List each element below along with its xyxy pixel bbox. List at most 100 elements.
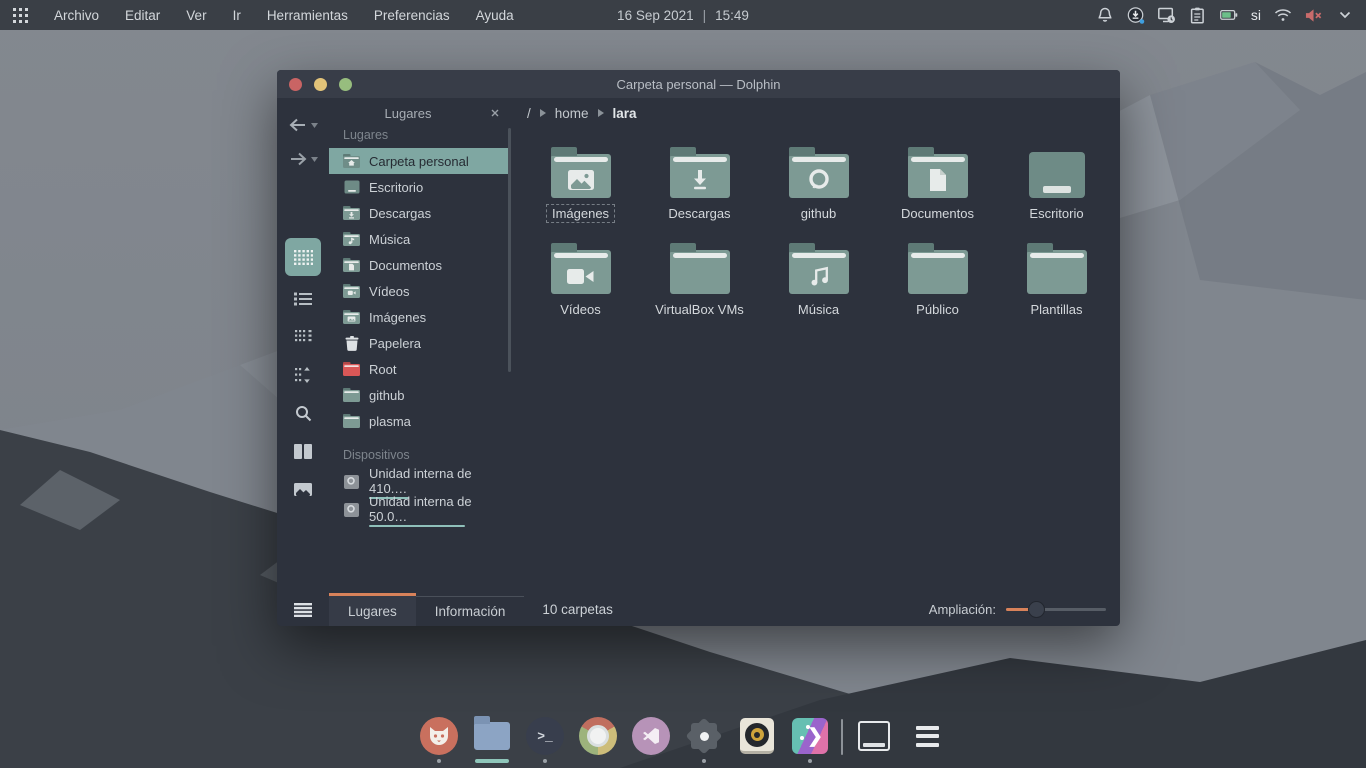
folder-plantillas[interactable]: Plantillas (997, 232, 1116, 328)
close-window-button[interactable] (289, 78, 302, 91)
places-item-label: github (369, 388, 404, 403)
menu-ayuda[interactable]: Ayuda (463, 0, 527, 30)
menu-archivo[interactable]: Archivo (41, 0, 112, 30)
device-item-410[interactable]: Unidad interna de 410.… (329, 468, 511, 496)
menu-preferencias[interactable]: Preferencias (361, 0, 463, 30)
breadcrumb-lara[interactable]: lara (613, 106, 637, 121)
dock-settings[interactable] (682, 717, 726, 764)
places-item-label: Descargas (369, 206, 431, 221)
titlebar[interactable]: Carpeta personal — Dolphin (277, 70, 1120, 98)
dock-vscode[interactable] (629, 717, 673, 764)
breadcrumb-home[interactable]: home (555, 106, 589, 121)
forward-button[interactable] (289, 142, 318, 176)
places-item-label: Root (369, 362, 396, 377)
download-applet-icon[interactable] (1127, 6, 1145, 24)
places-item-musica[interactable]: Música (329, 226, 511, 252)
clock[interactable]: 16 Sep 2021 | 15:49 (617, 8, 749, 23)
sort-button[interactable] (285, 360, 321, 390)
wifi-icon[interactable] (1274, 6, 1292, 24)
file-manager-icon (474, 722, 510, 750)
menu-herramientas[interactable]: Herramientas (254, 0, 361, 30)
places-item-root[interactable]: Root (329, 356, 511, 382)
dock-image-viewer[interactable]: ❯ (788, 717, 832, 764)
search-button[interactable] (285, 398, 321, 428)
maximize-window-button[interactable] (339, 78, 352, 91)
dock-media-player[interactable] (735, 717, 779, 764)
back-button[interactable] (289, 108, 318, 142)
folder-escritorio[interactable]: Escritorio (997, 136, 1116, 232)
folder-github[interactable]: github (759, 136, 878, 232)
folder-imagenes[interactable]: Imágenes (521, 136, 640, 232)
battery-icon[interactable] (1220, 6, 1238, 24)
app-launcher-icon[interactable] (0, 8, 41, 23)
icons-view-button[interactable] (285, 238, 321, 276)
places-item-papelera[interactable]: Papelera (329, 330, 511, 356)
places-item-descargas[interactable]: Descargas (329, 200, 511, 226)
places-item-escritorio[interactable]: Escritorio (329, 174, 511, 200)
tray-expand-chevron-icon[interactable] (1336, 6, 1354, 24)
folder-label: Documentos (895, 204, 980, 223)
folder-descargas[interactable]: Descargas (640, 136, 759, 232)
dock-app-menu[interactable] (905, 717, 949, 764)
user-desktop-icon (343, 180, 360, 194)
folder-virtualbox-vms[interactable]: VirtualBox VMs (640, 232, 759, 328)
clipboard-icon[interactable] (1189, 6, 1207, 24)
dock-terminal[interactable]: >_ (523, 717, 567, 764)
places-item-github[interactable]: github (329, 382, 511, 408)
compact-view-button[interactable] (285, 322, 321, 352)
folder-label: VirtualBox VMs (649, 300, 750, 319)
places-item-label: plasma (369, 414, 411, 429)
minimize-window-button[interactable] (314, 78, 327, 91)
folder-publico[interactable]: Público (878, 232, 997, 328)
dock-chromium[interactable] (576, 717, 620, 764)
folder-documentos[interactable]: Documentos (878, 136, 997, 232)
zoom-slider[interactable] (1006, 608, 1106, 611)
folder-images-icon (343, 310, 360, 324)
dolphin-window: Carpeta personal — Dolphin (277, 70, 1120, 626)
clock-time: 15:49 (715, 8, 749, 23)
folder-videos[interactable]: Vídeos (521, 232, 640, 328)
places-panel-close-icon[interactable] (487, 105, 503, 121)
keyboard-layout-indicator[interactable]: si (1251, 7, 1261, 23)
folder-icon (343, 388, 360, 402)
places-item-carpeta-personal[interactable]: Carpeta personal (329, 148, 509, 174)
places-item-documentos[interactable]: Documentos (329, 252, 511, 278)
running-indicator (543, 759, 547, 763)
folder-icon (343, 414, 360, 428)
media-player-icon (740, 718, 774, 754)
window-controls (277, 78, 352, 91)
menu-ir[interactable]: Ir (220, 0, 254, 30)
places-scrollbar[interactable] (508, 128, 511, 372)
folder-label: Escritorio (1023, 204, 1089, 223)
dock: >_ ❯ (417, 717, 949, 764)
tab-informacion[interactable]: Información (416, 593, 525, 626)
split-view-button[interactable] (285, 436, 321, 466)
places-panel: Lugares Lugares Carpeta personal (329, 98, 511, 593)
folder-musica[interactable]: Música (759, 232, 878, 328)
tab-lugares[interactable]: Lugares (329, 593, 416, 626)
breadcrumb-root[interactable]: / (527, 106, 531, 121)
window-title: Carpeta personal — Dolphin (277, 77, 1120, 92)
folder-grid: Imágenes Descargas (511, 128, 1120, 328)
menu-ver[interactable]: Ver (173, 0, 219, 30)
places-section-lugares: Lugares (329, 124, 511, 148)
places-item-plasma[interactable]: plasma (329, 408, 511, 434)
preview-button[interactable] (285, 474, 321, 504)
dock-firefox[interactable] (417, 717, 461, 764)
details-view-button[interactable] (285, 284, 321, 314)
dock-show-desktop[interactable] (852, 717, 896, 764)
volume-muted-icon[interactable] (1305, 6, 1323, 24)
trash-icon (343, 336, 360, 351)
running-indicator (808, 759, 812, 763)
places-item-imagenes[interactable]: Imágenes (329, 304, 511, 330)
zoom-slider-handle[interactable] (1028, 601, 1045, 618)
menu-editar[interactable]: Editar (112, 0, 173, 30)
places-item-videos[interactable]: Vídeos (329, 278, 511, 304)
places-item-label: Papelera (369, 336, 421, 351)
notifications-bell-icon[interactable] (1096, 6, 1114, 24)
folder-videos-icon (343, 284, 360, 298)
hamburger-menu-icon[interactable] (277, 593, 329, 626)
device-item-50[interactable]: Unidad interna de 50.0… (329, 496, 511, 524)
display-clock-icon[interactable] (1158, 6, 1176, 24)
dock-file-manager[interactable] (470, 717, 514, 764)
